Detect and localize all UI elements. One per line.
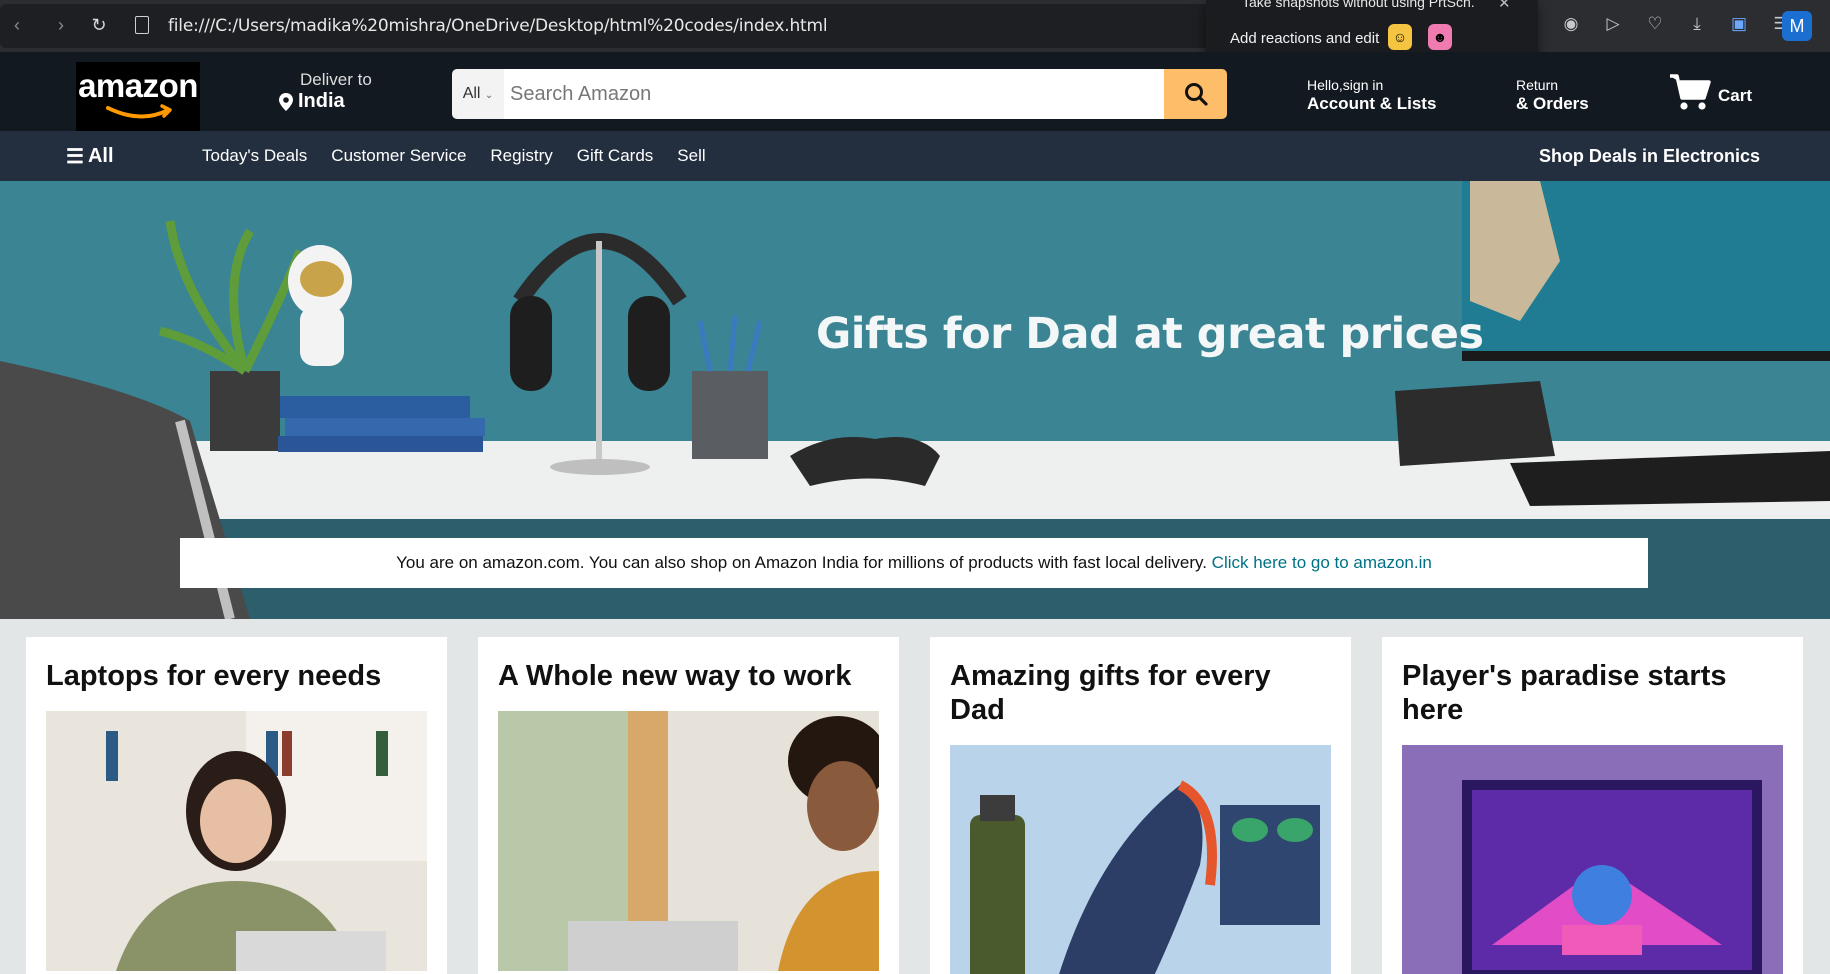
smile-emoji-icon[interactable]: ☺ <box>1388 24 1412 50</box>
all-menu-label: All <box>87 145 114 167</box>
extension-toolbar: ◉ ▷ ♡ ⤓ ▣ ☰ <box>1560 13 1792 35</box>
card-image <box>950 745 1331 974</box>
card-title: Laptops for every needs <box>46 660 382 692</box>
profile-avatar[interactable]: M <box>1782 11 1812 41</box>
send-icon[interactable]: ▷ <box>1602 13 1624 35</box>
laptop-woman-image[interactable] <box>46 711 427 971</box>
nav-link-registry[interactable]: Registry <box>490 146 552 166</box>
dad-gifts-image[interactable] <box>950 745 1331 974</box>
sub-navigation: ☰ All Today's Deals Customer Service Reg… <box>0 131 1830 181</box>
work-image[interactable] <box>498 711 879 971</box>
camera-icon[interactable]: ◉ <box>1560 13 1582 35</box>
logo-smile-icon <box>106 104 172 119</box>
cat-emoji-icon[interactable]: ☻ <box>1428 24 1452 50</box>
search-category-select[interactable]: All ⌄ <box>452 69 504 119</box>
amazon-india-link[interactable]: Click here to go to amazon.in <box>1212 553 1432 572</box>
sidebar-icon[interactable]: ▣ <box>1728 13 1750 35</box>
search-icon <box>1184 83 1208 106</box>
card-title: Amazing gifts for every Dad <box>950 660 1271 726</box>
amazon-india-notice: You are on amazon.com. You can also shop… <box>180 538 1648 588</box>
account-greeting: Hello,sign in <box>1307 77 1384 93</box>
returns-label: Return <box>1516 77 1559 93</box>
forward-icon[interactable]: › <box>50 14 72 36</box>
all-menu-button[interactable]: ☰ All <box>66 144 114 169</box>
amazon-logo[interactable]: amazon <box>76 62 200 136</box>
deliver-country: India <box>298 90 345 112</box>
card-title: A Whole new way to work <box>498 660 852 692</box>
card-image <box>46 711 427 971</box>
back-icon[interactable]: ‹ <box>6 14 28 36</box>
hero-banner[interactable]: Gifts for Dad at great prices You are on… <box>0 181 1830 619</box>
cart-label: Cart <box>1718 86 1753 105</box>
heart-icon[interactable]: ♡ <box>1644 13 1666 35</box>
account-lists-label: Account & Lists <box>1307 94 1437 113</box>
deliver-label: Deliver to <box>300 70 372 89</box>
search-bar: All ⌄ <box>452 69 1227 119</box>
nav-link-todays-deals[interactable]: Today's Deals <box>202 146 307 166</box>
reload-icon[interactable]: ↻ <box>88 14 110 36</box>
card-laptops[interactable]: Laptops for every needs <box>26 637 447 974</box>
hamburger-icon: ☰ <box>66 146 84 168</box>
card-title: Player's paradise starts here <box>1402 660 1727 726</box>
search-category-label: All <box>462 85 481 102</box>
sub-nav-links: Today's Deals Customer Service Registry … <box>202 146 706 166</box>
chevron-down-icon: ⌄ <box>484 90 494 101</box>
category-cards: Laptops for every needs A Whole new way … <box>26 637 1803 974</box>
search-input[interactable] <box>504 69 1164 119</box>
amazon-header: amazon Deliver to India All ⌄ Search Ama… <box>0 52 1830 136</box>
card-work[interactable]: A Whole new way to work <box>478 637 899 974</box>
orders-label: & Orders <box>1516 94 1589 113</box>
card-image <box>1402 745 1783 974</box>
deliver-to[interactable]: Deliver to India <box>278 70 372 113</box>
card-image <box>498 711 879 971</box>
location-pin-icon <box>279 92 293 111</box>
nav-link-customer-service[interactable]: Customer Service <box>331 146 466 166</box>
card-dad-gifts[interactable]: Amazing gifts for every Dad <box>930 637 1351 974</box>
popup-reactions-text: Add reactions and edit <box>1230 30 1380 47</box>
page-icon <box>135 16 149 34</box>
account-menu[interactable]: Hello,sign in Account & Lists <box>1307 77 1436 114</box>
browser-toolbar: ‹ › ↻ file:///C:/Users/madika%20mishra/O… <box>0 0 1830 78</box>
hero-title: Gifts for Dad at great prices <box>816 309 1484 359</box>
returns-orders[interactable]: Return & Orders <box>1516 77 1589 114</box>
nav-link-sell[interactable]: Sell <box>677 146 705 166</box>
shop-deals-electronics-link[interactable]: Shop Deals in Electronics <box>1539 146 1760 167</box>
notice-text: You are on amazon.com. You can also shop… <box>396 553 1207 572</box>
logo-text: amazon <box>78 67 198 104</box>
nav-link-gift-cards[interactable]: Gift Cards <box>577 146 654 166</box>
url-text[interactable]: file:///C:/Users/madika%20mishra/OneDriv… <box>168 16 828 36</box>
card-gaming[interactable]: Player's paradise starts here <box>1382 637 1803 974</box>
cart-button[interactable]: Cart <box>1668 72 1752 112</box>
download-icon[interactable]: ⤓ <box>1686 13 1708 35</box>
gaming-image[interactable] <box>1402 745 1783 974</box>
popup-message: Take snapshots without using PrtSch. <box>1242 0 1475 10</box>
cart-icon <box>1670 74 1711 110</box>
close-icon[interactable]: ✕ <box>1498 0 1511 12</box>
search-button[interactable] <box>1164 69 1227 119</box>
